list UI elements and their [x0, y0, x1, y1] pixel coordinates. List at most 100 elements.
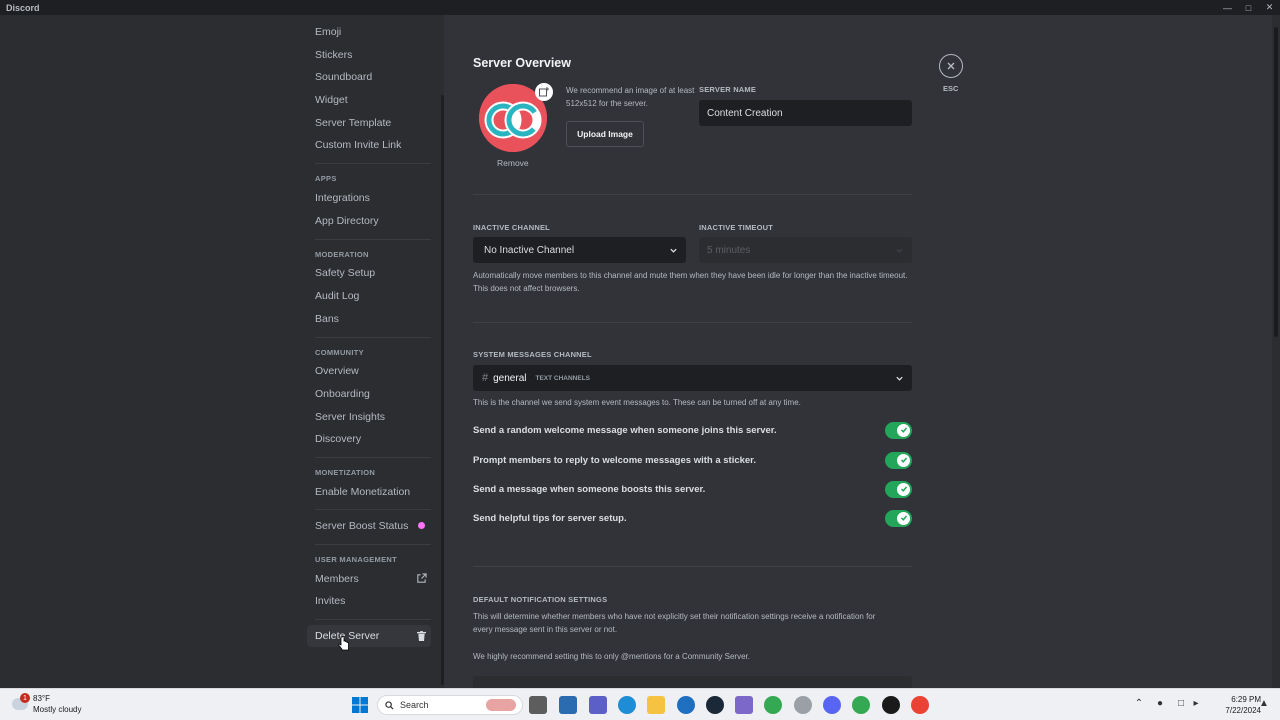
- chrome-icon[interactable]: [852, 696, 870, 714]
- sidebar-item-safety-setup[interactable]: Safety Setup: [307, 262, 431, 284]
- close-settings-button[interactable]: [939, 54, 963, 78]
- settings-sidebar: Emoji Stickers Soundboard Widget Server …: [0, 15, 444, 688]
- sticker-toggle[interactable]: [885, 451, 912, 469]
- sidebar-item-bans[interactable]: Bans: [307, 308, 431, 330]
- microphone-icon[interactable]: ●: [1154, 696, 1166, 710]
- main-content: Server Overview Remove We recommend an i…: [444, 15, 1280, 688]
- sidebar-item-app-directory[interactable]: App Directory: [307, 210, 431, 232]
- inactive-timeout-label: INACTIVE TIMEOUT: [699, 223, 774, 232]
- sidebar-item-integrations[interactable]: Integrations: [307, 187, 431, 209]
- minimize-icon[interactable]: —: [1217, 0, 1238, 15]
- notification-settings-label: DEFAULT NOTIFICATION SETTINGS: [473, 595, 608, 604]
- system-channel-select[interactable]: # general TEXT CHANNELS: [473, 365, 912, 391]
- sidebar-item-widget[interactable]: Widget: [307, 89, 431, 111]
- tips-toggle[interactable]: [885, 509, 912, 527]
- sidebar-item-soundboard[interactable]: Soundboard: [307, 66, 431, 88]
- chevron-up-icon[interactable]: ⌃: [1133, 696, 1145, 710]
- notification-recommend: We highly recommend setting this to only…: [473, 652, 750, 661]
- discord-icon[interactable]: [823, 696, 841, 714]
- sidebar-item-delete-server[interactable]: Delete Server: [307, 625, 431, 647]
- esc-label: ESC: [943, 84, 959, 93]
- app-icon[interactable]: [677, 696, 695, 714]
- chrome-icon[interactable]: [764, 696, 782, 714]
- sidebar-divider: [315, 239, 431, 240]
- sidebar-item-discovery[interactable]: Discovery: [307, 428, 431, 450]
- chrome-icon[interactable]: [911, 696, 929, 714]
- sidebar-heading-community: COMMUNITY: [315, 348, 364, 357]
- sidebar-item-overview[interactable]: Overview: [307, 360, 431, 382]
- clock-date: 7/22/2024: [1225, 706, 1261, 715]
- teams-icon[interactable]: [589, 696, 607, 714]
- volume-icon[interactable]: ▸: [1190, 696, 1202, 710]
- inactive-timeout-select: 5 minutes: [699, 237, 912, 263]
- sidebar-item-server-template[interactable]: Server Template: [307, 112, 431, 134]
- sidebar-divider: [315, 163, 431, 164]
- hand-cursor-icon: [338, 636, 349, 651]
- taskbar-clock[interactable]: 6:29 PM 7/22/2024: [1205, 694, 1261, 716]
- sidebar-item-audit-log[interactable]: Audit Log: [307, 285, 431, 307]
- icon-recommendation: We recommend an image of at least 512x51…: [566, 86, 695, 108]
- close-window-icon[interactable]: ✕: [1259, 0, 1280, 15]
- sidebar-item-emoji[interactable]: Emoji: [307, 21, 431, 43]
- section-divider: [473, 566, 912, 567]
- chevron-down-icon: [670, 248, 677, 253]
- search-highlight-icon: [486, 699, 516, 711]
- clock-time: 6:29 PM: [1231, 695, 1261, 704]
- boost-gem-icon: [418, 522, 425, 529]
- notification-bell-icon[interactable]: ▲: [1258, 696, 1270, 710]
- sidebar-heading-user-management: USER MANAGEMENT: [315, 555, 398, 564]
- edge-icon[interactable]: [618, 696, 636, 714]
- maximize-icon[interactable]: □: [1238, 0, 1259, 15]
- sidebar-item-server-boost-status[interactable]: Server Boost Status: [307, 515, 431, 537]
- server-name-input[interactable]: Content Creation: [699, 100, 912, 126]
- trash-icon: [417, 631, 426, 641]
- steam-icon[interactable]: [706, 696, 724, 714]
- page-title: Server Overview: [473, 56, 571, 70]
- sidebar-item-invites[interactable]: Invites: [307, 590, 431, 612]
- sidebar-divider: [315, 544, 431, 545]
- inactive-help-text: Automatically move members to this chann…: [473, 271, 908, 293]
- search-placeholder: Search: [400, 700, 429, 710]
- weather-widget[interactable]: 1 83°F Mostly cloudy: [10, 692, 110, 718]
- search-icon: [385, 701, 394, 710]
- section-divider: [473, 322, 912, 323]
- sidebar-item-enable-monetization[interactable]: Enable Monetization: [307, 481, 431, 503]
- sidebar-item-server-insights[interactable]: Server Insights: [307, 406, 431, 428]
- toggle-row-tips: Send helpful tips for server setup.: [473, 509, 912, 527]
- sidebar-item-onboarding[interactable]: Onboarding: [307, 383, 431, 405]
- window-controls: — □ ✕: [1217, 0, 1280, 15]
- sidebar-item-stickers[interactable]: Stickers: [307, 44, 431, 66]
- inactive-channel-value: No Inactive Channel: [484, 244, 575, 256]
- sidebar-item-members[interactable]: Members: [307, 568, 431, 590]
- check-icon: [897, 423, 910, 437]
- main-scrollbar[interactable]: [1272, 15, 1280, 688]
- boost-toggle[interactable]: [885, 480, 912, 498]
- sidebar-heading-moderation: MODERATION: [315, 250, 369, 259]
- task-view-icon[interactable]: [529, 696, 547, 714]
- check-icon: [897, 511, 910, 525]
- upload-image-button[interactable]: Upload Image: [566, 121, 644, 147]
- notification-help: This will determine whether members who …: [473, 612, 876, 634]
- file-explorer-icon[interactable]: [647, 696, 665, 714]
- upload-image-badge[interactable]: [535, 83, 553, 101]
- weather-badge: 1: [20, 693, 30, 703]
- network-icon[interactable]: □: [1175, 696, 1187, 710]
- taskbar-search[interactable]: Search: [377, 695, 523, 715]
- remove-icon-link[interactable]: Remove: [497, 158, 529, 168]
- inactive-channel-select[interactable]: No Inactive Channel: [473, 237, 686, 263]
- chevron-down-icon: [896, 248, 903, 253]
- hash-icon: #: [482, 372, 489, 384]
- system-channel-name: general: [493, 372, 527, 384]
- windows-start-icon[interactable]: [351, 696, 369, 714]
- weather-condition: Mostly cloudy: [33, 705, 82, 714]
- toggle-label: Send a message when someone boosts this …: [473, 483, 706, 495]
- sidebar-item-custom-invite-link[interactable]: Custom Invite Link: [307, 134, 431, 156]
- notification-option[interactable]: [473, 676, 912, 688]
- app-icon[interactable]: [882, 696, 900, 714]
- app-icon[interactable]: [794, 696, 812, 714]
- scrollbar-thumb[interactable]: [1274, 27, 1278, 337]
- app-icon[interactable]: [735, 696, 753, 714]
- system-channel-category: TEXT CHANNELS: [535, 374, 591, 382]
- welcome-toggle[interactable]: [885, 421, 912, 439]
- mail-icon[interactable]: [559, 696, 577, 714]
